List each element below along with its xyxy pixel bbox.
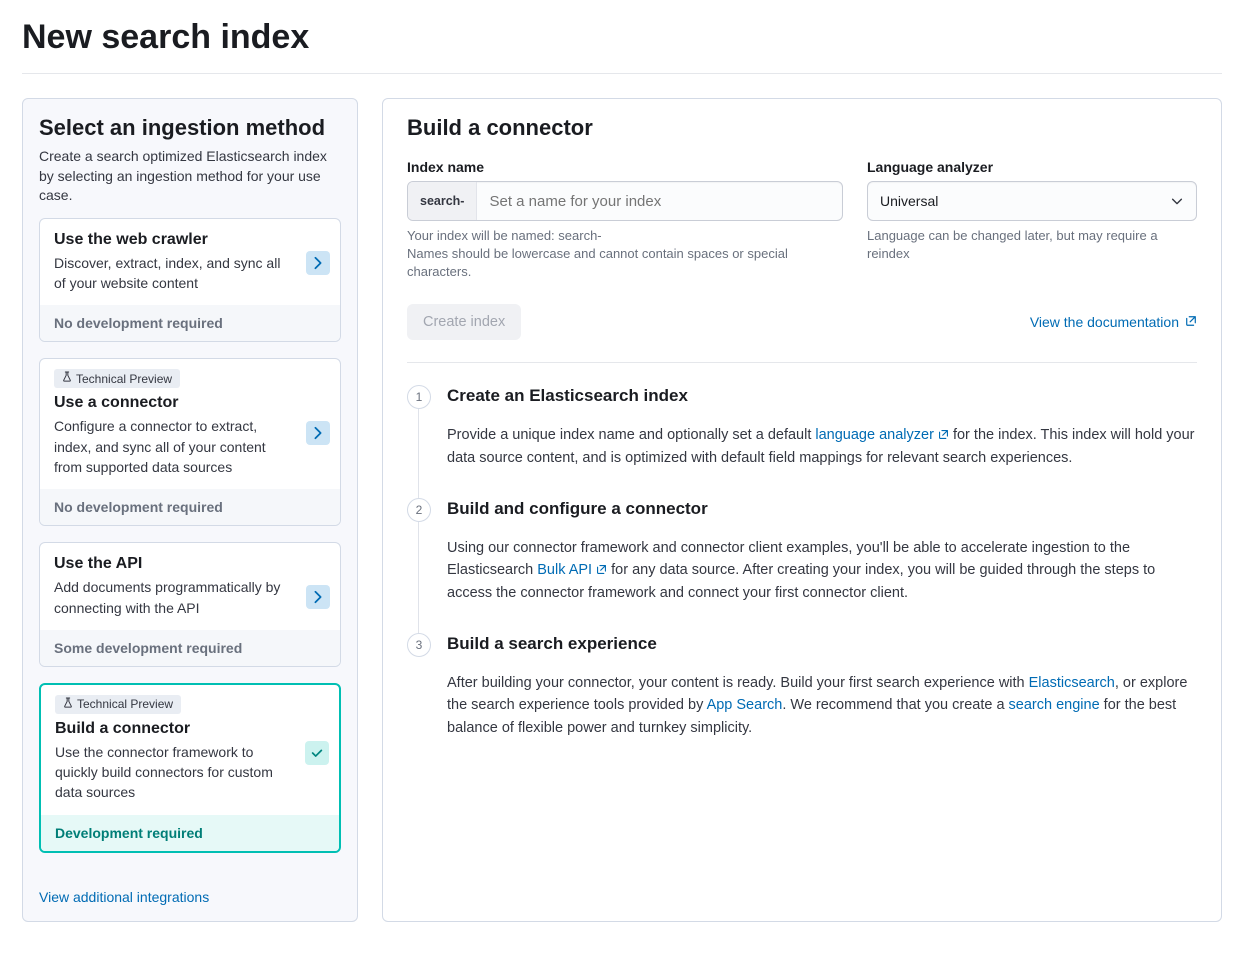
- external-link-icon: [596, 560, 607, 582]
- steps-list: 1 Create an Elasticsearch index Provide …: [407, 385, 1197, 740]
- main-title: Build a connector: [407, 115, 1197, 141]
- ingestion-card-build-connector[interactable]: Technical Preview Build a connector Use …: [39, 683, 341, 853]
- doc-link-label: View the documentation: [1030, 314, 1179, 330]
- external-link-icon: [938, 425, 949, 447]
- technical-preview-badge: Technical Preview: [55, 695, 181, 714]
- step-title: Build and configure a connector: [447, 499, 1197, 519]
- card-description: Discover, extract, index, and sync all o…: [54, 253, 326, 294]
- step-3: 3 Build a search experience After buildi…: [407, 633, 1197, 739]
- sidebar-description: Create a search optimized Elasticsearch …: [39, 147, 341, 206]
- card-title: Build a connector: [55, 720, 325, 738]
- create-index-button[interactable]: Create index: [407, 304, 521, 340]
- step-title: Build a search experience: [447, 634, 1197, 654]
- ingestion-card-use-connector[interactable]: Technical Preview Use a connector Config…: [39, 358, 341, 526]
- card-footer: Some development required: [40, 630, 340, 666]
- card-description: Add documents programmatically by connec…: [54, 577, 326, 618]
- bulk-api-link[interactable]: Bulk API: [537, 562, 607, 578]
- index-name-label: Index name: [407, 159, 843, 175]
- step-title: Create an Elasticsearch index: [447, 386, 1197, 406]
- step-text: Using our connector framework and connec…: [447, 537, 1197, 605]
- index-name-prefix: search-: [408, 182, 477, 220]
- badge-label: Technical Preview: [77, 697, 173, 711]
- language-analyzer-link[interactable]: language analyzer: [815, 427, 949, 443]
- index-name-input-group: search-: [407, 181, 843, 221]
- step-text: Provide a unique index name and optional…: [447, 424, 1197, 470]
- badge-label: Technical Preview: [76, 372, 172, 386]
- chevron-right-icon: [306, 421, 330, 445]
- index-name-input[interactable]: [477, 182, 842, 220]
- page-title: New search index: [22, 0, 1222, 74]
- ingestion-card-use-api[interactable]: Use the API Add documents programmatical…: [39, 542, 341, 667]
- step-1: 1 Create an Elasticsearch index Provide …: [407, 385, 1197, 498]
- external-link-icon: [1185, 314, 1197, 330]
- card-footer: No development required: [40, 489, 340, 525]
- card-title: Use the API: [54, 555, 326, 573]
- beaker-icon: [63, 697, 73, 712]
- card-title: Use a connector: [54, 394, 326, 412]
- card-footer: No development required: [40, 305, 340, 341]
- ingestion-card-web-crawler[interactable]: Use the web crawler Discover, extract, i…: [39, 218, 341, 343]
- step-2: 2 Build and configure a connector Using …: [407, 498, 1197, 633]
- select-value: Universal: [880, 193, 938, 209]
- chevron-right-icon: [306, 251, 330, 275]
- card-footer: Development required: [41, 815, 339, 851]
- language-analyzer-help: Language can be changed later, but may r…: [867, 227, 1197, 263]
- ingestion-method-panel: Select an ingestion method Create a sear…: [22, 98, 358, 922]
- chevron-down-icon: [1170, 194, 1184, 208]
- view-additional-integrations-link[interactable]: View additional integrations: [39, 869, 341, 905]
- check-icon: [305, 741, 329, 765]
- step-number: 1: [407, 385, 431, 409]
- sidebar-title: Select an ingestion method: [39, 115, 341, 141]
- language-analyzer-select[interactable]: Universal: [867, 181, 1197, 221]
- card-description: Use the connector framework to quickly b…: [55, 742, 325, 803]
- app-search-link[interactable]: App Search: [707, 697, 783, 713]
- card-title: Use the web crawler: [54, 231, 326, 249]
- chevron-right-icon: [306, 585, 330, 609]
- step-number: 2: [407, 498, 431, 522]
- card-description: Configure a connector to extract, index,…: [54, 416, 326, 477]
- elasticsearch-link[interactable]: Elasticsearch: [1029, 675, 1115, 691]
- view-documentation-link[interactable]: View the documentation: [1030, 314, 1197, 330]
- index-name-help: Your index will be named: search- Names …: [407, 227, 843, 282]
- step-text: After building your connector, your cont…: [447, 672, 1197, 739]
- main-panel: Build a connector Index name search- You…: [382, 98, 1222, 922]
- technical-preview-badge: Technical Preview: [54, 369, 180, 388]
- beaker-icon: [62, 371, 72, 386]
- search-engine-link[interactable]: search engine: [1009, 697, 1100, 713]
- step-number: 3: [407, 633, 431, 657]
- language-analyzer-label: Language analyzer: [867, 159, 1197, 175]
